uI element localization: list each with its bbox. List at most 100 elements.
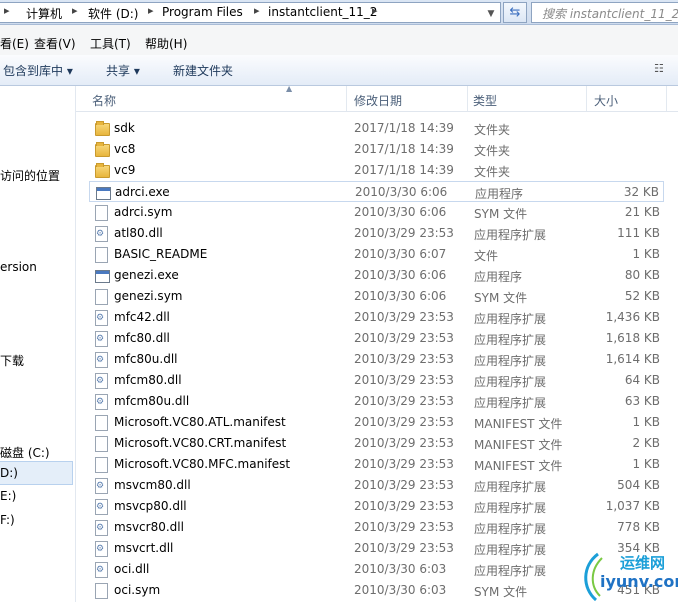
- menu-edit[interactable]: 看(E): [0, 35, 29, 52]
- file-row[interactable]: msvcp80.dll 2010/3/29 23:53 应用程序扩展 1,037 KB: [89, 496, 664, 517]
- chevron-right-icon[interactable]: ▸: [148, 4, 154, 17]
- file-date: 2010/3/30 6:06: [354, 268, 447, 282]
- file-date: 2010/3/30 6:03: [354, 562, 447, 576]
- file-row[interactable]: mfcm80.dll 2010/3/29 23:53 应用程序扩展 64 KB: [89, 370, 664, 391]
- file-row[interactable]: mfcm80u.dll 2010/3/29 23:53 应用程序扩展 63 KB: [89, 391, 664, 412]
- file-size: 52 KB: [624, 289, 660, 303]
- dll-icon: [95, 373, 108, 389]
- search-input[interactable]: 搜索 instantclient_11_2: [531, 2, 678, 23]
- file-type: 应用程序扩展: [474, 501, 547, 515]
- navigation-pane: 访问的位置 ersion 下载 磁盘 (C:) D:) E:) F:): [0, 86, 76, 602]
- file-size: 32 KB: [623, 185, 659, 199]
- file-row[interactable]: sdk 2017/1/18 14:39 文件夹: [89, 118, 664, 139]
- file-icon: [95, 583, 108, 599]
- column-header-name[interactable]: 名称: [92, 92, 116, 109]
- file-date: 2010/3/30 6:03: [354, 583, 447, 597]
- sort-ascending-icon: ▲: [286, 84, 293, 93]
- file-type: 文件夹: [474, 165, 511, 179]
- file-row[interactable]: Microsoft.VC80.ATL.manifest 2010/3/29 23:…: [89, 412, 664, 433]
- file-type: 应用程序: [475, 187, 524, 201]
- file-type: SYM 文件: [474, 585, 528, 599]
- command-bar: 包含到库中 ▾ 共享 ▾ 新建文件夹 ☷: [0, 55, 678, 86]
- file-name: oci.sym: [114, 583, 161, 597]
- file-date: 2010/3/29 23:53: [354, 226, 454, 240]
- file-row[interactable]: adrci.exe 2010/3/30 6:06 应用程序 32 KB: [89, 181, 664, 202]
- file-row[interactable]: Microsoft.VC80.MFC.manifest 2010/3/29 23:…: [89, 454, 664, 475]
- menu-help[interactable]: 帮助(H): [145, 35, 187, 52]
- file-row[interactable]: BASIC_README 2010/3/30 6:07 文件 1 KB: [89, 244, 664, 265]
- refresh-button[interactable]: ⇆: [503, 2, 527, 23]
- nav-item-drive-e[interactable]: E:): [0, 489, 16, 503]
- file-date: 2010/3/29 23:53: [354, 478, 454, 492]
- watermark-en: iyunv.com: [600, 572, 678, 591]
- file-row[interactable]: genezi.sym 2010/3/30 6:06 SYM 文件 52 KB: [89, 286, 664, 307]
- new-folder-button[interactable]: 新建文件夹: [173, 62, 233, 79]
- file-type: 应用程序扩展: [474, 543, 547, 557]
- breadcrumb-drive-d[interactable]: 软件 (D:): [88, 5, 138, 22]
- file-row[interactable]: adrci.sym 2010/3/30 6:06 SYM 文件 21 KB: [89, 202, 664, 223]
- file-row[interactable]: vc8 2017/1/18 14:39 文件夹: [89, 139, 664, 160]
- breadcrumb-instantclient[interactable]: instantclient_11_2: [268, 5, 377, 19]
- file-size: 1 KB: [632, 415, 660, 429]
- address-bar: ▸ 计算机 ▸ 软件 (D:) ▸ Program Files ▸ instan…: [0, 0, 678, 25]
- breadcrumb-computer[interactable]: 计算机: [26, 5, 62, 22]
- file-date: 2010/3/29 23:53: [354, 352, 454, 366]
- breadcrumb[interactable]: ▸ 计算机 ▸ 软件 (D:) ▸ Program Files ▸ instan…: [0, 2, 501, 23]
- column-header-size[interactable]: 大小: [594, 92, 618, 109]
- file-row[interactable]: msvcm80.dll 2010/3/29 23:53 应用程序扩展 504 KB: [89, 475, 664, 496]
- nav-item-version[interactable]: ersion: [0, 260, 37, 274]
- file-icon: [95, 457, 108, 473]
- nav-item-downloads[interactable]: 下载: [0, 352, 24, 369]
- column-divider[interactable]: [346, 86, 347, 111]
- column-header-date[interactable]: 修改日期: [354, 92, 402, 109]
- column-divider[interactable]: [666, 86, 667, 111]
- menu-view[interactable]: 查看(V): [34, 35, 76, 52]
- dll-icon: [95, 226, 108, 242]
- file-type: 应用程序扩展: [474, 228, 547, 242]
- share-button[interactable]: 共享 ▾: [106, 62, 140, 79]
- view-options-icon[interactable]: ☷: [654, 62, 668, 76]
- include-in-library-button[interactable]: 包含到库中 ▾: [3, 62, 73, 79]
- column-divider[interactable]: [467, 86, 468, 111]
- file-row[interactable]: mfc80u.dll 2010/3/29 23:53 应用程序扩展 1,614 KB: [89, 349, 664, 370]
- file-name: Microsoft.VC80.ATL.manifest: [114, 415, 286, 429]
- chevron-down-icon[interactable]: ▼: [484, 6, 498, 22]
- nav-item-drive-c[interactable]: 磁盘 (C:): [0, 444, 50, 461]
- file-type: 文件夹: [474, 123, 511, 137]
- file-date: 2017/1/18 14:39: [354, 142, 454, 156]
- chevron-right-icon[interactable]: ▸: [72, 4, 78, 17]
- column-header-type[interactable]: 类型: [473, 92, 497, 109]
- nav-item-drive-d[interactable]: D:): [0, 466, 18, 480]
- folder-icon: [95, 121, 110, 136]
- dll-icon: [95, 520, 108, 536]
- file-name: msvcm80.dll: [114, 478, 191, 492]
- file-type: 文件: [474, 249, 499, 263]
- file-icon: [95, 289, 108, 305]
- file-row[interactable]: Microsoft.VC80.CRT.manifest 2010/3/29 23:…: [89, 433, 664, 454]
- breadcrumb-program-files[interactable]: Program Files: [162, 5, 243, 19]
- chevron-right-icon[interactable]: ▸: [254, 4, 260, 17]
- file-row[interactable]: vc9 2017/1/18 14:39 文件夹: [89, 160, 664, 181]
- file-size: 111 KB: [617, 226, 660, 240]
- file-row[interactable]: mfc80.dll 2010/3/29 23:53 应用程序扩展 1,618 KB: [89, 328, 664, 349]
- file-row[interactable]: msvcr80.dll 2010/3/29 23:53 应用程序扩展 778 KB: [89, 517, 664, 538]
- file-name: mfcm80u.dll: [114, 394, 190, 408]
- chevron-right-icon[interactable]: ▸: [372, 4, 378, 17]
- exe-icon: [95, 270, 110, 283]
- dll-icon: [95, 499, 108, 515]
- file-row[interactable]: atl80.dll 2010/3/29 23:53 应用程序扩展 111 KB: [89, 223, 664, 244]
- file-row[interactable]: genezi.exe 2010/3/30 6:06 应用程序 80 KB: [89, 265, 664, 286]
- nav-item-drive-f[interactable]: F:): [0, 513, 15, 527]
- file-type: MANIFEST 文件: [474, 459, 563, 473]
- folder-icon: [95, 163, 110, 178]
- file-row[interactable]: mfc42.dll 2010/3/29 23:53 应用程序扩展 1,436 KB: [89, 307, 664, 328]
- file-size: 64 KB: [624, 373, 660, 387]
- file-date: 2010/3/29 23:53: [354, 436, 454, 450]
- file-icon: [95, 436, 108, 452]
- menu-tools[interactable]: 工具(T): [90, 35, 131, 52]
- nav-item-recent-places[interactable]: 访问的位置: [0, 167, 60, 184]
- search-placeholder: 搜索 instantclient_11_2: [542, 7, 678, 21]
- column-divider[interactable]: [586, 86, 587, 111]
- file-type: 应用程序扩展: [474, 333, 547, 347]
- file-size: 1,618 KB: [605, 331, 660, 345]
